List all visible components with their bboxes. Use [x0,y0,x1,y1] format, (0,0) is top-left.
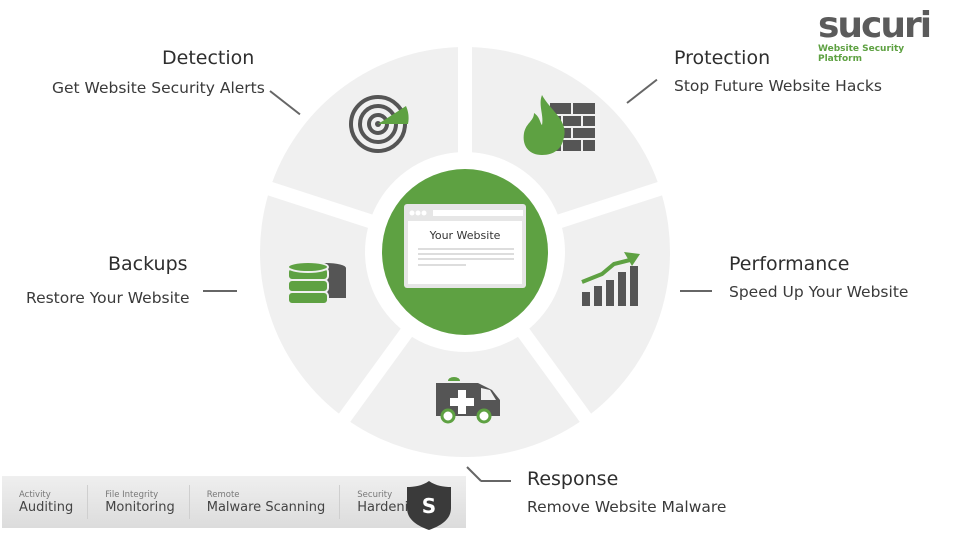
feature-auditing: Activity Auditing [2,485,89,519]
segment-backups [260,195,401,414]
backups-title-wrap: Backups [108,253,188,283]
feature-small: File Integrity [105,489,159,500]
performance-subtitle: Speed Up Your Website [729,283,909,301]
detection-subtitle: Get Website Security Alerts [52,79,265,97]
feature-monitoring: File Integrity Monitoring [88,485,190,519]
feature-main: Monitoring [105,499,175,515]
backups-subtitle-wrap: Restore Your Website [26,289,190,307]
radar-target-icon [349,95,409,153]
feature-malware-scanning: Remote Malware Scanning [190,485,341,519]
backups-connector [203,290,237,292]
feature-small: Activity [19,489,51,500]
protection-subtitle: Stop Future Website Hacks [674,77,882,95]
feature-main: Auditing [19,499,74,515]
shield-letter: S [422,494,436,518]
response-connector-b [481,480,511,482]
detection-title: Detection [162,47,255,69]
performance-label: Performance Speed Up Your Website [729,253,908,301]
performance-title: Performance [729,253,850,275]
backups-subtitle: Restore Your Website [26,289,190,307]
feature-main: Malware Scanning [206,499,326,515]
protection-label: Protection Stop Future Website Hacks [674,47,882,95]
performance-connector [680,290,712,292]
response-title: Response [527,468,619,490]
center-label: Your Website [429,229,501,242]
response-subtitle: Remove Website Malware [527,498,727,516]
feature-small: Remote [206,489,240,500]
browser-window-icon [404,204,526,288]
backups-title: Backups [108,253,188,275]
protection-title: Protection [674,47,771,69]
response-label: Response Remove Website Malware [527,468,726,516]
feature-bar: Activity Auditing File Integrity Monitorin… [2,476,466,530]
logo-wordmark: sucuri [818,5,932,46]
detection-label: Detection [162,47,254,77]
database-icon [287,261,346,305]
detection-subtitle-wrap: Get Website Security Alerts [52,79,265,97]
shield-icon: S [407,481,451,530]
